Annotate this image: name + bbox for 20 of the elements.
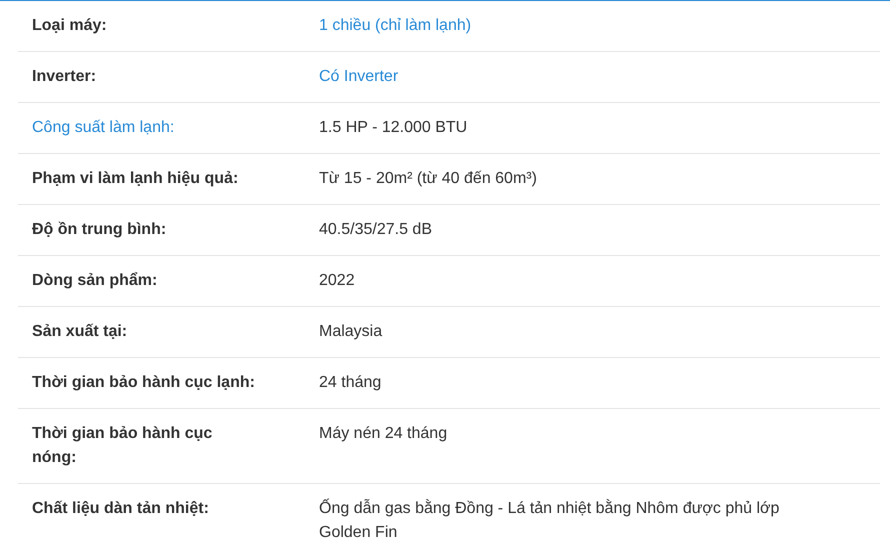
spec-value: Malaysia <box>319 323 382 340</box>
spec-label: Thời gian bảo hành cục lạnh: <box>32 374 255 391</box>
spec-label: Phạm vi làm lạnh hiệu quả: <box>32 170 238 187</box>
spec-value-link[interactable]: Có Inverter <box>319 68 398 85</box>
spec-label: Sản xuất tại: <box>32 323 128 340</box>
spec-value: 40.5/35/27.5 dB <box>319 221 432 238</box>
spec-value: 1.5 HP - 12.000 BTU <box>319 119 468 136</box>
spec-label: Inverter: <box>32 68 96 85</box>
spec-value: 24 tháng <box>319 374 382 391</box>
spec-value: Từ 15 - 20m² (từ 40 đến 60m³) <box>319 170 537 187</box>
spec-label: Chất liệu dàn tản nhiệt: <box>32 500 209 517</box>
spec-label: Dòng sản phẩm: <box>32 272 158 289</box>
spec-label: Thời gian bảo hành cục nóng: <box>32 425 212 466</box>
spec-value-link[interactable]: 1 chiều (chỉ làm lạnh) <box>319 17 472 34</box>
spec-value: Ống dẫn gas bằng Đồng - Lá tản nhiệt bằng Nhôm được phủ lớp Golden Fin <box>319 500 780 541</box>
spec-value: Máy nén 24 tháng <box>319 425 448 442</box>
spec-label-link[interactable]: Công suất làm lạnh: <box>32 119 174 136</box>
spec-label: Loại máy: <box>32 17 107 34</box>
spec-label: Độ ồn trung bình: <box>32 221 166 238</box>
spec-value: 2022 <box>319 272 355 289</box>
